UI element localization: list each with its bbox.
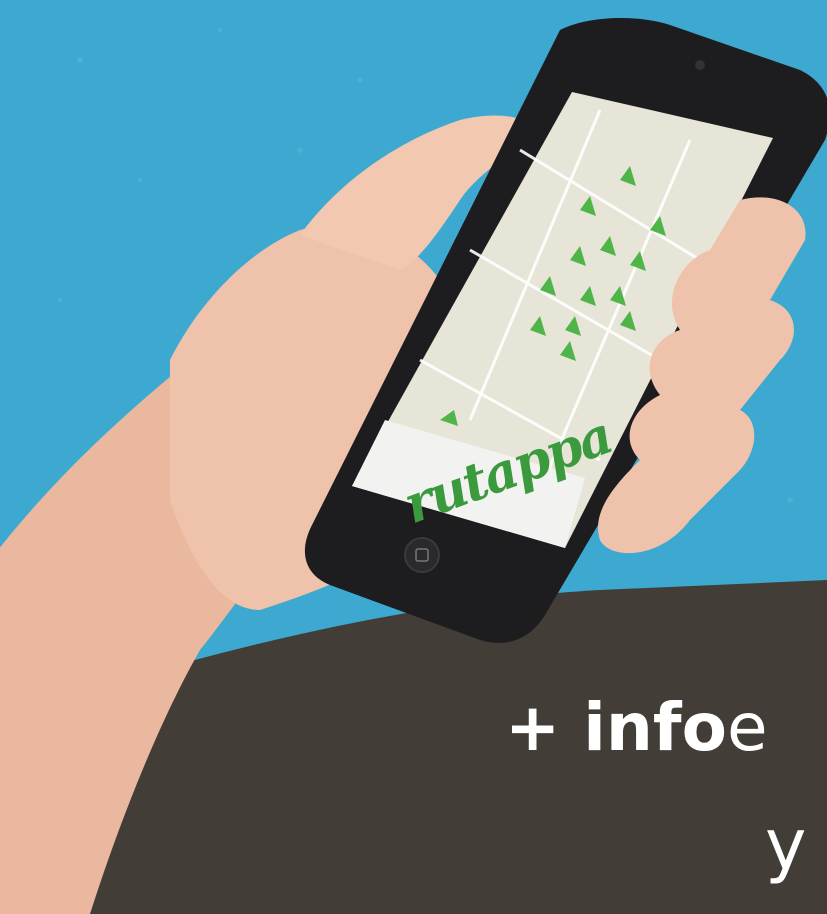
- home-button: [404, 537, 440, 573]
- caption-line-1: + infoe: [505, 688, 768, 768]
- photo-scene: [0, 0, 827, 914]
- caption-line-2: y: [765, 804, 807, 886]
- caption-light-text: e: [726, 689, 768, 766]
- front-camera: [695, 60, 705, 70]
- caption-bold-text: + info: [505, 689, 727, 766]
